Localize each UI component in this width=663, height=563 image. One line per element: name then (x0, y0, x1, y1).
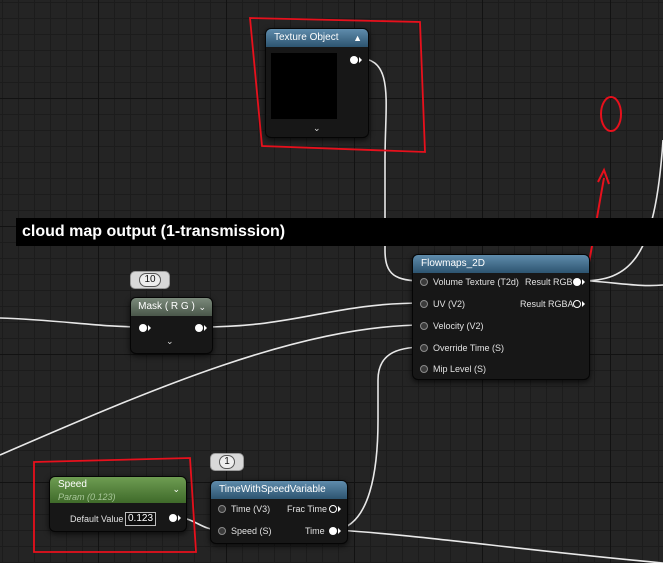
pin-arrow-icon (582, 301, 585, 307)
wire-result-rgb-out-2 (589, 280, 663, 287)
texture-preview (271, 53, 337, 119)
uv-label: UV (V2) (433, 299, 466, 309)
time-node-title: TimeWithSpeedVariable (219, 484, 326, 495)
pin-arrow-icon (204, 325, 207, 331)
result-rgb-pin[interactable] (573, 278, 581, 286)
flowmaps-title: Flowmaps_2D (421, 258, 485, 269)
velocity-label: Velocity (V2) (433, 321, 484, 331)
wire-mask-to-uv (199, 302, 425, 328)
expand-chevron-icon[interactable]: ⌄ (166, 336, 174, 347)
time-count: 1 (219, 455, 235, 469)
volume-texture-pin[interactable] (420, 278, 428, 286)
wire-result-rgb-out (579, 139, 663, 282)
speed-header[interactable]: Speed Param (0.123) ⌄ (50, 477, 186, 503)
annotation-handwritten-zero (600, 96, 622, 132)
pin-arrow-icon (338, 528, 341, 534)
texture-object-header[interactable]: Texture Object ▲ (266, 29, 368, 47)
result-rgba-label: Result RGBA (520, 299, 574, 309)
mask-node[interactable]: Mask ( R G ) ⌄ ⌄ (130, 297, 213, 354)
speed-param-node[interactable]: Speed Param (0.123) ⌄ Default Value 0.12… (49, 476, 187, 532)
comment-box-header[interactable]: cloud map output (1-transmission) (16, 218, 663, 246)
mask-header[interactable]: Mask ( R G ) ⌄ (131, 298, 212, 316)
collapse-icon[interactable]: ▲ (353, 29, 362, 47)
pin-arrow-icon (338, 506, 341, 512)
override-time-pin[interactable] (420, 344, 428, 352)
wire-left-to-mask (0, 317, 144, 328)
uv-pin[interactable] (420, 300, 428, 308)
velocity-pin[interactable] (420, 322, 428, 330)
flowmaps-header[interactable]: Flowmaps_2D (413, 255, 589, 273)
frac-time-label: Frac Time (287, 504, 328, 514)
mask-count-bubble: 10 (130, 271, 170, 289)
wire-time-to-override (335, 346, 425, 531)
result-rgb-label: Result RGB (525, 277, 573, 287)
override-time-label: Override Time (S) (433, 343, 505, 353)
time-output-label: Time (305, 526, 325, 536)
time-node-header[interactable]: TimeWithSpeedVariable (211, 481, 347, 499)
volume-texture-label: Volume Texture (T2d) (433, 277, 519, 287)
result-rgba-pin[interactable] (573, 300, 581, 308)
speed-s-pin[interactable] (218, 527, 226, 535)
flowmaps-node[interactable]: Flowmaps_2D Volume Texture (T2d) UV (V2)… (412, 254, 590, 380)
mask-title: Mask ( R G ) (138, 301, 195, 312)
texture-output-pin[interactable] (350, 56, 358, 64)
pin-arrow-icon (582, 279, 585, 285)
pin-arrow-icon (178, 515, 181, 521)
mip-level-pin[interactable] (420, 365, 428, 373)
speed-s-label: Speed (S) (231, 526, 272, 536)
default-value-label: Default Value (70, 514, 124, 524)
mask-output-pin[interactable] (195, 324, 203, 332)
time-output-pin[interactable] (329, 527, 337, 535)
mip-level-label: Mip Level (S) (433, 364, 487, 374)
dropdown-chevron-icon[interactable]: ⌄ (198, 298, 206, 316)
time-v3-label: Time (V3) (231, 504, 271, 514)
time-v3-pin[interactable] (218, 505, 226, 513)
pin-arrow-icon (359, 57, 362, 63)
speed-title: Speed (58, 479, 87, 490)
speed-subtitle: Param (0.123) (58, 492, 116, 502)
annotation-arrowhead (597, 167, 610, 185)
expand-chevron-icon[interactable]: ⌄ (313, 123, 321, 134)
frac-time-pin[interactable] (329, 505, 337, 513)
texture-object-title: Texture Object (274, 32, 339, 43)
dropdown-chevron-icon[interactable]: ⌄ (172, 483, 180, 495)
texture-object-node[interactable]: Texture Object ▲ ⌄ (265, 28, 369, 138)
time-with-speed-node[interactable]: TimeWithSpeedVariable Time (V3) Speed (S… (210, 480, 348, 544)
speed-output-pin[interactable] (169, 514, 177, 522)
time-count-bubble: 1 (210, 453, 244, 471)
mask-input-pin[interactable] (139, 324, 147, 332)
pin-arrow-icon (148, 325, 151, 331)
mask-count: 10 (139, 273, 161, 287)
wire-time-right (335, 529, 663, 563)
default-value-field[interactable]: 0.123 (125, 512, 157, 526)
